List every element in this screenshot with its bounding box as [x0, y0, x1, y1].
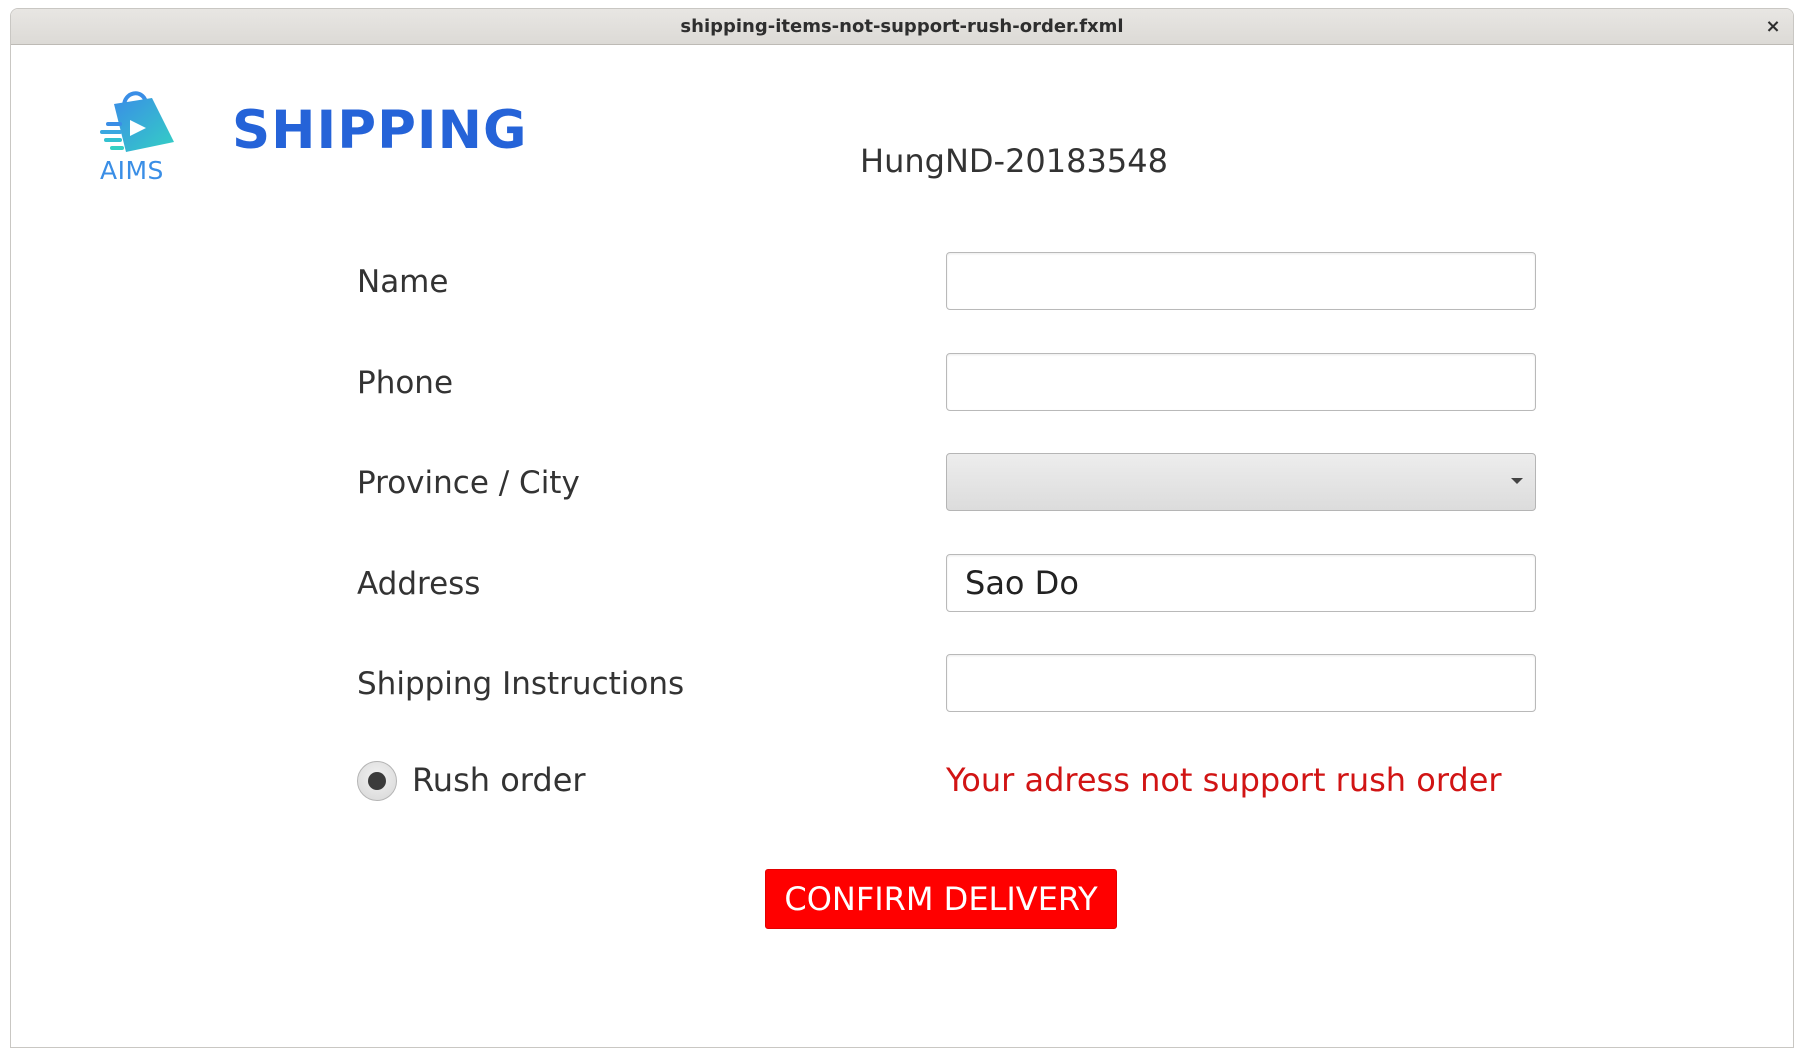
shipping-instructions-label: Shipping Instructions	[357, 666, 685, 702]
logo-text: AIMS	[100, 156, 164, 185]
shipping-instructions-field[interactable]	[946, 654, 1536, 712]
address-field[interactable]	[946, 554, 1536, 612]
province-dropdown[interactable]	[946, 453, 1536, 511]
page-title: SHIPPING	[232, 100, 528, 161]
phone-label: Phone	[357, 365, 454, 401]
close-icon[interactable]: ×	[1761, 15, 1785, 39]
user-id: HungND-20183548	[860, 142, 1168, 180]
rush-order-label[interactable]: Rush order	[412, 761, 586, 799]
chevron-down-icon	[1511, 478, 1523, 484]
rush-order-error-message: Your adress not support rush order	[946, 761, 1502, 799]
name-label: Name	[357, 264, 449, 300]
radio-selected-dot	[368, 772, 386, 790]
rush-order-radio[interactable]	[357, 761, 397, 801]
phone-field[interactable]	[946, 353, 1536, 411]
address-label: Address	[357, 566, 481, 602]
title-bar[interactable]: shipping-items-not-support-rush-order.fx…	[11, 9, 1793, 45]
name-field[interactable]	[946, 252, 1536, 310]
confirm-delivery-button[interactable]: CONFIRM DELIVERY	[765, 869, 1117, 929]
province-label: Province / City	[357, 465, 580, 501]
window-title: shipping-items-not-support-rush-order.fx…	[680, 16, 1124, 37]
